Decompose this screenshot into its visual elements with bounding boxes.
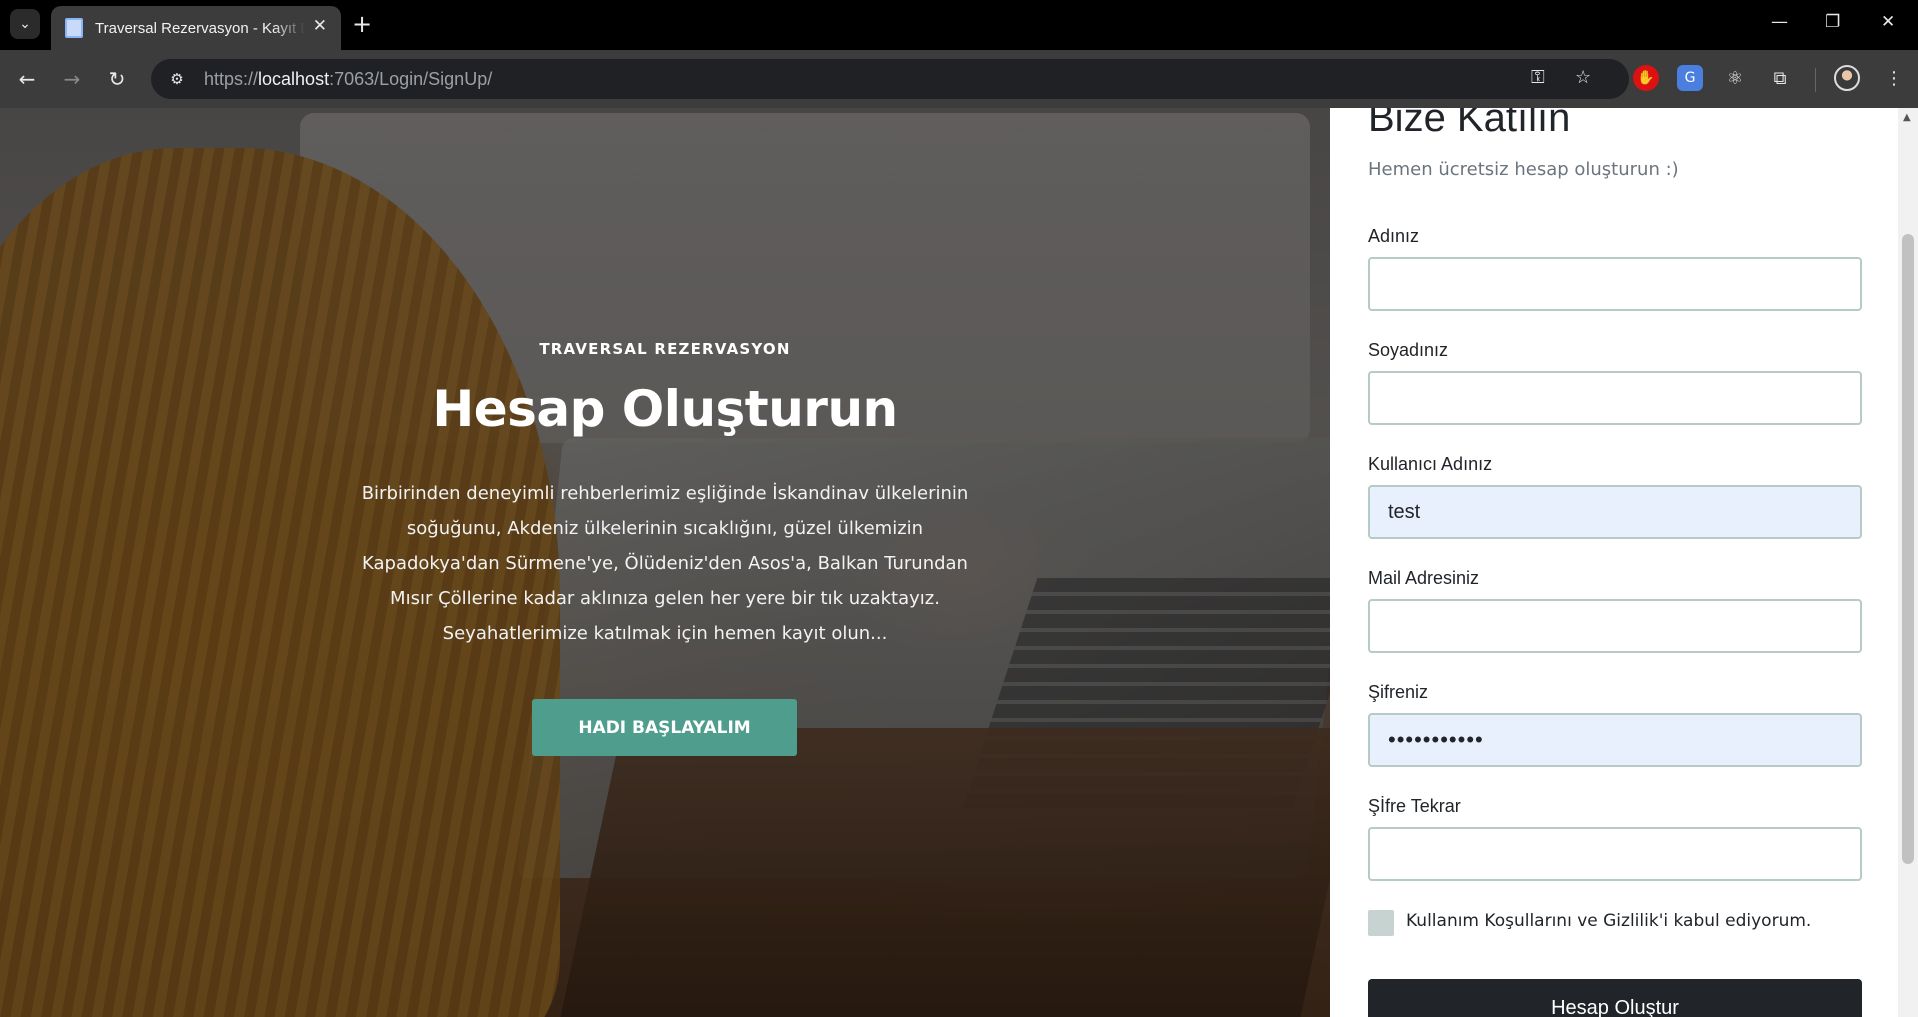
password-input[interactable]: •••••••••••: [1368, 713, 1862, 767]
signup-form-panel: Bize Katılın Hemen ücretsiz hesap oluştu…: [1330, 108, 1898, 1017]
hero-description: Birbirinden deneyimli rehberlerimiz eşli…: [361, 483, 969, 644]
page-viewport: TRAVERSAL REZERVASYON Hesap Oluşturun Bi…: [0, 108, 1918, 1017]
tab-close-icon[interactable]: ✕: [313, 16, 327, 36]
get-started-button[interactable]: HADI BAŞLAYALIM: [532, 699, 797, 756]
username-input[interactable]: test: [1368, 485, 1862, 539]
extension-red-icon[interactable]: ✋: [1633, 65, 1659, 91]
username-label: Kullanıcı Adınız: [1368, 454, 1493, 474]
scroll-up-arrow-icon[interactable]: ▲: [1903, 112, 1911, 123]
bookmark-star-icon[interactable]: ☆: [1575, 67, 1591, 88]
tab-search-icon[interactable]: ⌄: [10, 9, 40, 39]
url-path: :7063/Login/SignUp/: [329, 68, 493, 89]
extensions-puzzle-icon[interactable]: ⧉: [1767, 65, 1793, 91]
terms-checkbox[interactable]: [1368, 910, 1394, 936]
minimize-icon[interactable]: —: [1771, 12, 1788, 32]
scrollbar-thumb[interactable]: [1902, 234, 1914, 864]
form-title: Bize Katılın: [1368, 108, 1571, 140]
first-name-label: Adınız: [1368, 226, 1420, 246]
hero-content: TRAVERSAL REZERVASYON Hesap Oluşturun Bi…: [0, 108, 1330, 1017]
email-label: Mail Adresiniz: [1368, 568, 1480, 588]
url-text: https://localhost:7063/Login/SignUp/: [204, 69, 492, 90]
password-key-icon[interactable]: ⚿: [1531, 67, 1545, 88]
password-confirm-label: Şİfre Tekrar: [1368, 796, 1461, 816]
last-name-input[interactable]: [1368, 371, 1862, 425]
hero-title: Hesap Oluşturun: [432, 380, 898, 438]
profile-avatar-icon[interactable]: [1834, 65, 1860, 91]
react-devtools-icon[interactable]: ⚛: [1722, 65, 1748, 91]
restore-icon[interactable]: ❐: [1825, 12, 1840, 32]
last-name-label: Soyadınız: [1368, 340, 1449, 360]
form-subtitle: Hemen ücretsiz hesap oluşturun :): [1368, 159, 1679, 180]
new-tab-icon[interactable]: +: [352, 10, 372, 38]
page-favicon-icon: [65, 18, 83, 38]
page-scrollbar[interactable]: ▲: [1898, 108, 1918, 1017]
tab-title: Traversal Rezervasyon - Kayıt Ekle: [95, 19, 305, 37]
url-prefix: https://: [204, 68, 259, 89]
email-input[interactable]: [1368, 599, 1862, 653]
site-info-icon[interactable]: ⚙: [157, 70, 197, 88]
password-confirm-input[interactable]: [1368, 827, 1862, 881]
create-account-button[interactable]: Hesap Oluştur: [1368, 979, 1862, 1017]
password-label: Şifreniz: [1368, 682, 1429, 702]
window-close-icon[interactable]: ✕: [1881, 12, 1895, 32]
terms-label[interactable]: Kullanım Koşullarını ve Gizlilik'i kabul…: [1406, 911, 1811, 931]
browser-tab-active[interactable]: Traversal Rezervasyon - Kayıt Ekle ✕: [51, 6, 341, 50]
translate-icon[interactable]: G: [1677, 65, 1703, 91]
hero-section: TRAVERSAL REZERVASYON Hesap Oluşturun Bi…: [0, 108, 1330, 1017]
reload-icon[interactable]: ↻: [102, 64, 132, 94]
url-host: localhost: [258, 68, 330, 89]
toolbar-separator: [1815, 68, 1816, 92]
browser-titlebar: ⌄ Traversal Rezervasyon - Kayıt Ekle ✕ +…: [0, 0, 1918, 50]
first-name-input[interactable]: [1368, 257, 1862, 311]
hero-kicker: TRAVERSAL REZERVASYON: [539, 340, 791, 358]
menu-kebab-icon[interactable]: ⋮: [1881, 65, 1907, 91]
back-icon[interactable]: ←: [12, 64, 42, 94]
address-bar[interactable]: ⚙ https://localhost:7063/Login/SignUp/ ⚿…: [151, 59, 1629, 99]
browser-toolbar: ← → ↻ ⚙ https://localhost:7063/Login/Sig…: [0, 50, 1918, 108]
forward-icon[interactable]: →: [57, 64, 87, 94]
